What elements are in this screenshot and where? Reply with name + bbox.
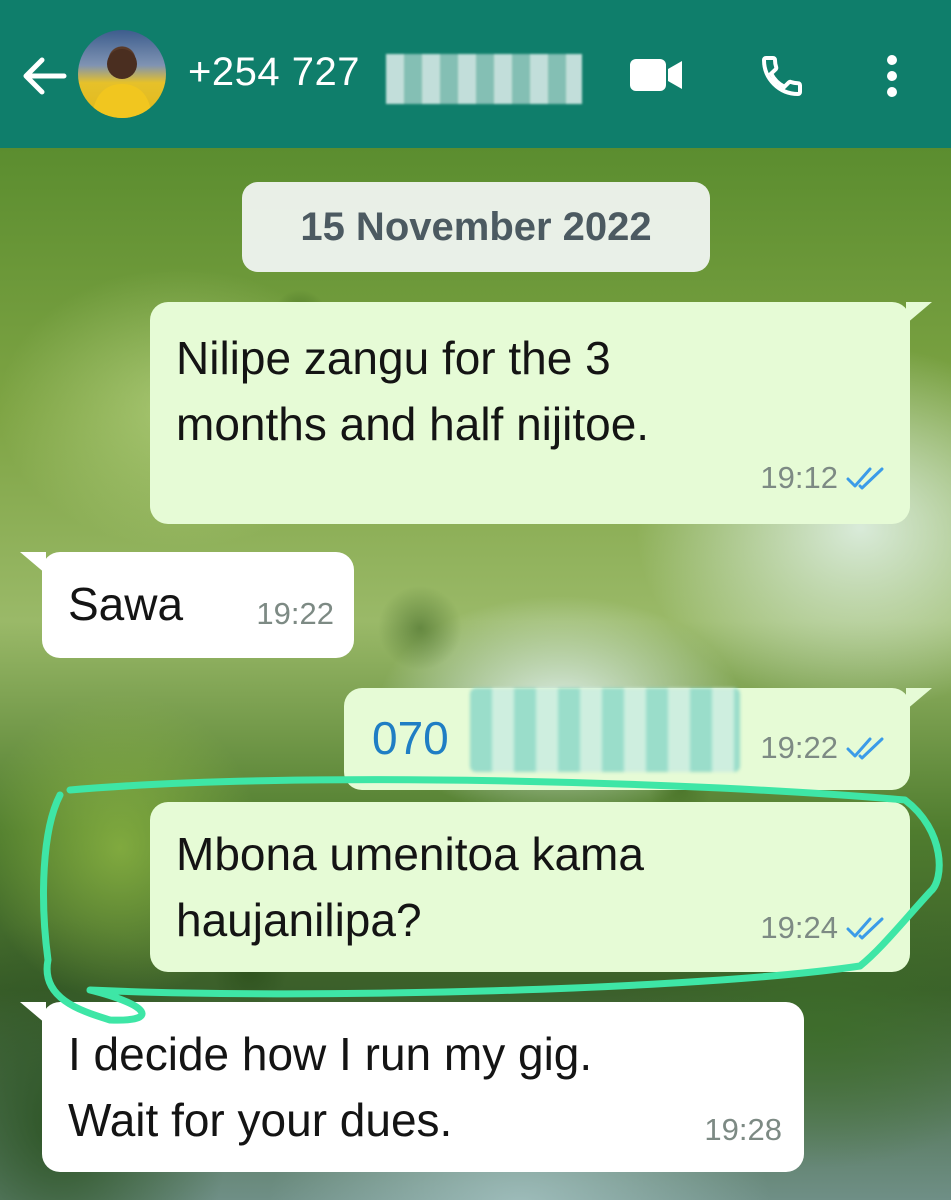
message-bubble-incoming[interactable]: Sawa 19:22 (42, 552, 354, 658)
message-meta: 19:12 (760, 446, 886, 510)
phone-icon[interactable] (752, 48, 812, 104)
message-time: 19:12 (760, 460, 838, 495)
double-check-icon (846, 467, 884, 490)
double-check-icon (846, 917, 884, 940)
chat-header: +254 727 (0, 0, 951, 148)
arrow-left-icon[interactable] (16, 48, 72, 104)
video-camera-icon[interactable] (624, 50, 688, 100)
bubble-tail (20, 552, 46, 574)
message-text: Wait for your dues. (68, 1094, 453, 1146)
phone-number-link[interactable]: 070 (372, 706, 449, 770)
message-bubble-incoming[interactable]: I decide how I run my gig. Wait for your… (42, 1002, 804, 1172)
message-time: 19:24 (760, 910, 838, 945)
redaction-blur (386, 54, 582, 104)
message-meta: 19:22 (760, 716, 886, 780)
contact-name[interactable]: +254 727 (188, 50, 360, 95)
message-text: Nilipe zangu for the 3 (176, 332, 611, 384)
message-meta: 19:28 (704, 1098, 782, 1162)
message-bubble-outgoing[interactable]: Mbona umenitoa kama haujanilipa? 19:24 (150, 802, 910, 972)
message-meta: 19:22 (256, 582, 334, 646)
message-time: 19:28 (704, 1112, 782, 1147)
message-text: months and half nijitoe. (176, 398, 650, 450)
bubble-tail (906, 688, 932, 710)
message-time: 19:22 (256, 596, 334, 631)
message-text: I decide how I run my gig. (68, 1028, 593, 1080)
message-meta: 19:24 (760, 896, 886, 960)
double-check-icon (846, 737, 884, 760)
bubble-tail (906, 302, 932, 324)
avatar[interactable] (78, 30, 166, 118)
message-bubble-outgoing[interactable]: Nilipe zangu for the 3 months and half n… (150, 302, 910, 524)
message-text: Sawa (68, 578, 184, 630)
message-text: haujanilipa? (176, 894, 422, 946)
bubble-tail (20, 1002, 46, 1024)
redaction-blur (470, 688, 740, 772)
message-text: Mbona umenitoa kama (176, 828, 644, 880)
more-vertical-icon[interactable] (870, 48, 914, 104)
message-time: 19:22 (760, 730, 838, 765)
date-separator: 15 November 2022 (242, 182, 710, 272)
